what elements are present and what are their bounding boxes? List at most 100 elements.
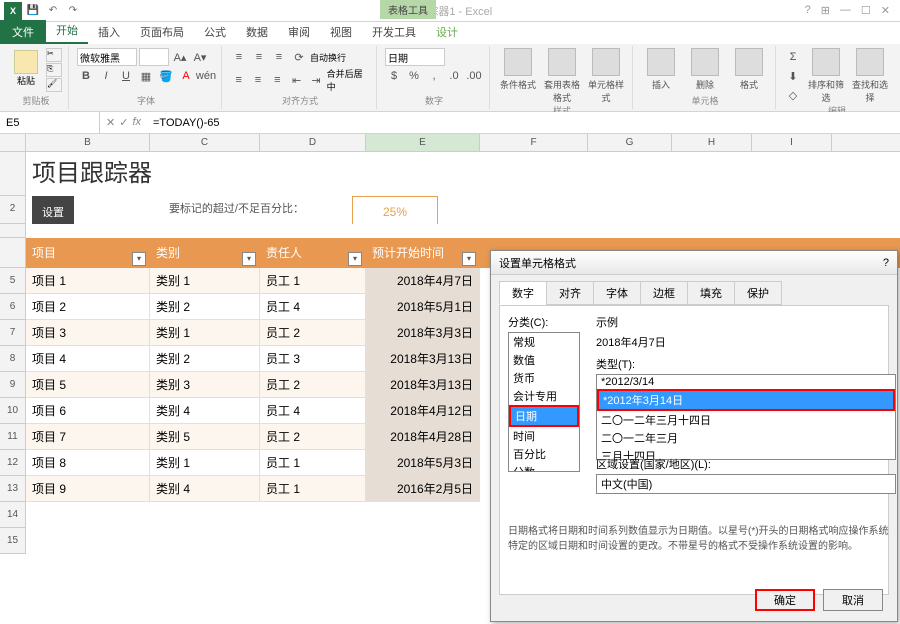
cell[interactable]: 员工 1 (260, 450, 366, 476)
cell[interactable]: 2018年4月28日 (366, 424, 480, 450)
dialog-titlebar[interactable]: 设置单元格格式 ? (491, 251, 897, 275)
type-item[interactable]: *2012/3/14 (597, 375, 895, 389)
row-header[interactable] (0, 238, 26, 268)
border-icon[interactable]: ▦ (137, 67, 155, 85)
cell[interactable]: 类别 2 (150, 294, 260, 320)
clear-icon[interactable]: ◇ (784, 86, 802, 104)
dialog-tab[interactable]: 保护 (734, 281, 782, 305)
comma-icon[interactable]: , (425, 67, 443, 85)
merge-button[interactable]: 合并后居中 (327, 67, 370, 93)
column-header-E[interactable]: E (366, 134, 480, 151)
table-format-button[interactable]: 套用表格格式 (542, 48, 582, 104)
row-header[interactable]: 2 (0, 196, 26, 224)
column-header-D[interactable]: D (260, 134, 366, 151)
paste-button[interactable]: 粘贴 (10, 48, 42, 88)
minimize-icon[interactable]: — (840, 4, 851, 17)
ok-button[interactable]: 确定 (755, 589, 815, 611)
row-header[interactable]: 7 (0, 320, 26, 346)
sort-filter-button[interactable]: 排序和筛选 (806, 48, 846, 104)
category-item[interactable]: 日期 (509, 405, 579, 427)
filter-dropdown-icon[interactable]: ▾ (132, 252, 146, 266)
category-item[interactable]: 分数 (509, 463, 579, 472)
cell[interactable]: 类别 1 (150, 268, 260, 294)
column-header-H[interactable]: H (672, 134, 752, 151)
cell[interactable]: 员工 2 (260, 372, 366, 398)
category-list[interactable]: 常规数值货币会计专用日期时间百分比分数科学记数文本特殊自定义 (508, 332, 580, 472)
cell[interactable]: 项目 6 (26, 398, 150, 424)
number-format-select[interactable] (385, 48, 445, 66)
name-box[interactable]: E5 (0, 112, 100, 133)
undo-icon[interactable]: ↶ (44, 2, 62, 20)
fx-icon[interactable]: fx (132, 116, 141, 129)
cell[interactable]: 类别 4 (150, 476, 260, 502)
align-right-icon[interactable]: ≡ (269, 71, 286, 89)
category-item[interactable]: 百分比 (509, 445, 579, 463)
cell[interactable]: 项目 1 (26, 268, 150, 294)
filter-dropdown-icon[interactable]: ▾ (348, 252, 362, 266)
delete-cells-button[interactable]: 删除 (685, 48, 725, 91)
tab-developer[interactable]: 开发工具 (362, 20, 426, 44)
filter-dropdown-icon[interactable]: ▾ (242, 252, 256, 266)
decrease-decimal-icon[interactable]: .00 (465, 67, 483, 85)
cell[interactable]: 项目 5 (26, 372, 150, 398)
align-left-icon[interactable]: ≡ (230, 71, 247, 89)
row-header[interactable]: 5 (0, 268, 26, 294)
column-header-F[interactable]: F (480, 134, 588, 151)
decrease-font-icon[interactable]: A▾ (191, 48, 209, 66)
row-header[interactable]: 15 (0, 528, 26, 554)
font-color-icon[interactable]: A (177, 67, 195, 85)
italic-icon[interactable]: I (97, 67, 115, 85)
font-size-select[interactable] (139, 48, 169, 66)
category-item[interactable]: 时间 (509, 427, 579, 445)
tab-design[interactable]: 设计 (426, 20, 468, 44)
conditional-format-button[interactable]: 条件格式 (498, 48, 538, 91)
cell[interactable]: 2018年5月3日 (366, 450, 480, 476)
increase-font-icon[interactable]: A▴ (171, 48, 189, 66)
dialog-tab[interactable]: 填充 (687, 281, 735, 305)
cell-styles-button[interactable]: 单元格样式 (586, 48, 626, 104)
filter-dropdown-icon[interactable]: ▾ (462, 252, 476, 266)
row-header[interactable]: 13 (0, 476, 26, 502)
cell[interactable]: 2018年3月3日 (366, 320, 480, 346)
dialog-help-icon[interactable]: ? (883, 257, 889, 269)
cell[interactable]: 类别 2 (150, 346, 260, 372)
fill-color-icon[interactable]: 🪣 (157, 67, 175, 85)
category-item[interactable]: 货币 (509, 369, 579, 387)
cell[interactable]: 2018年4月7日 (366, 268, 480, 294)
save-icon[interactable]: 💾 (24, 2, 42, 20)
cancel-formula-icon[interactable]: ✕ (106, 116, 115, 129)
category-item[interactable]: 数值 (509, 351, 579, 369)
row-header[interactable]: 11 (0, 424, 26, 450)
cell[interactable]: 类别 5 (150, 424, 260, 450)
cancel-button[interactable]: 取消 (823, 589, 883, 611)
maximize-icon[interactable]: ☐ (861, 4, 871, 17)
ribbon-options-icon[interactable]: ⊞ (821, 4, 830, 17)
format-cells-button[interactable]: 格式 (729, 48, 769, 91)
enter-formula-icon[interactable]: ✓ (119, 116, 128, 129)
file-tab[interactable]: 文件 (0, 20, 46, 44)
row-header[interactable]: 10 (0, 398, 26, 424)
underline-icon[interactable]: U (117, 67, 135, 85)
insert-cells-button[interactable]: 插入 (641, 48, 681, 91)
increase-indent-icon[interactable]: ⇥ (307, 71, 324, 89)
align-middle-icon[interactable]: ≡ (250, 48, 268, 66)
dialog-tab[interactable]: 边框 (640, 281, 688, 305)
redo-icon[interactable]: ↷ (64, 2, 82, 20)
cell[interactable]: 2018年5月1日 (366, 294, 480, 320)
row-header[interactable]: 9 (0, 372, 26, 398)
bold-icon[interactable]: B (77, 67, 95, 85)
autosum-icon[interactable]: Σ (784, 48, 802, 66)
pct-value[interactable]: 25% (352, 196, 438, 224)
tab-formulas[interactable]: 公式 (194, 20, 236, 44)
phonetic-icon[interactable]: wén (197, 67, 215, 85)
cell[interactable]: 2018年3月13日 (366, 372, 480, 398)
cut-icon[interactable]: ✂ (46, 48, 62, 62)
cell[interactable]: 2016年2月5日 (366, 476, 480, 502)
close-icon[interactable]: ✕ (881, 4, 890, 17)
percent-icon[interactable]: % (405, 67, 423, 85)
tab-layout[interactable]: 页面布局 (130, 20, 194, 44)
row-header[interactable]: 6 (0, 294, 26, 320)
cell[interactable]: 员工 1 (260, 476, 366, 502)
align-center-icon[interactable]: ≡ (249, 71, 266, 89)
cell[interactable]: 项目 8 (26, 450, 150, 476)
